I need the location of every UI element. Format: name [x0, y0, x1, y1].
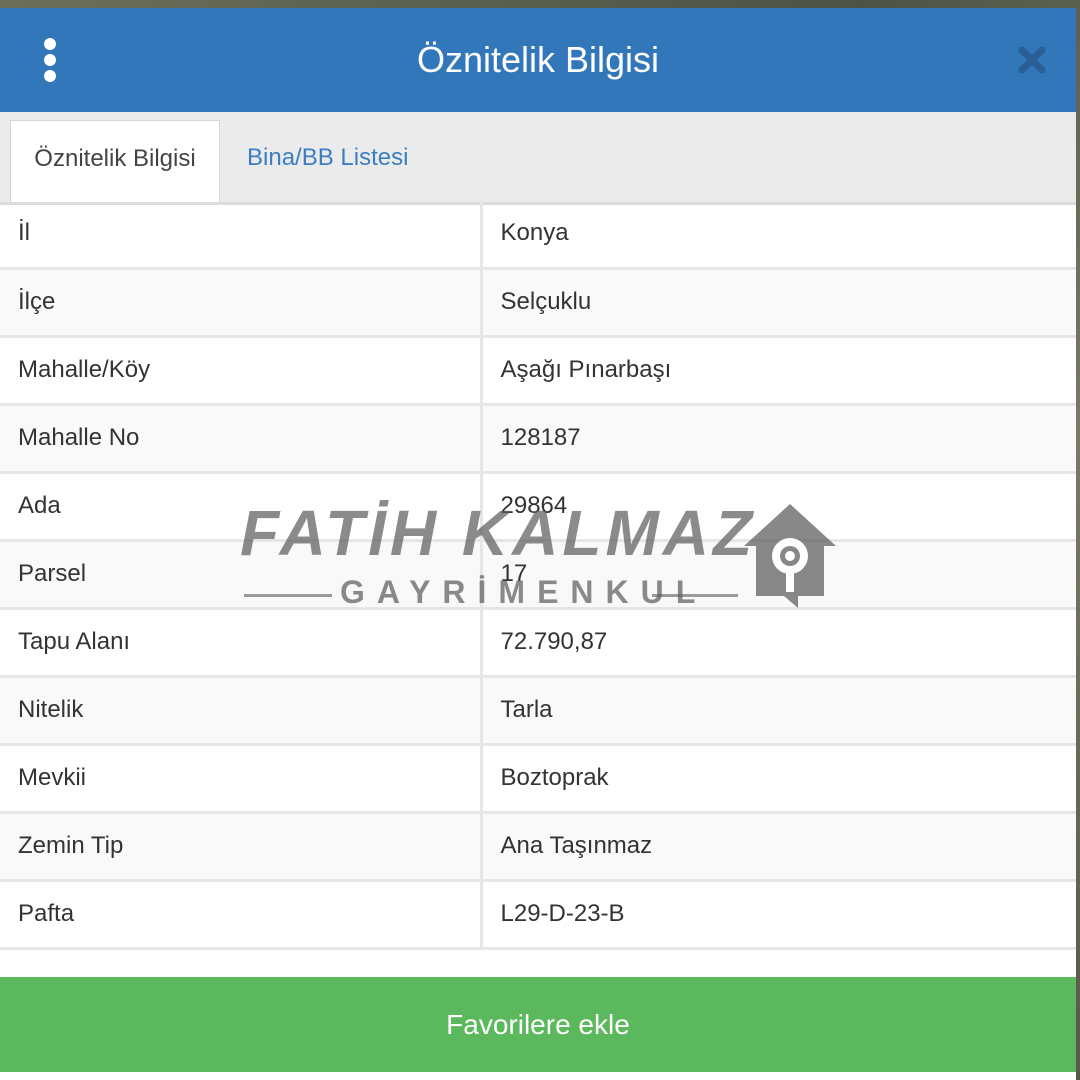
- attribute-value: Aşağı Pınarbaşı: [481, 336, 1076, 406]
- attribute-key: İl: [0, 200, 483, 270]
- table-row: Zemin Tip Ana Taşınmaz: [0, 812, 1076, 882]
- tab-attribute-info[interactable]: Öznitelik Bilgisi: [10, 120, 220, 202]
- attribute-key: Tapu Alanı: [0, 608, 483, 678]
- attribute-value: Ana Taşınmaz: [481, 812, 1076, 882]
- attribute-value: 72.790,87: [481, 608, 1076, 678]
- attribute-key: Pafta: [0, 880, 483, 950]
- close-icon[interactable]: [1014, 42, 1050, 78]
- tab-building-list[interactable]: Bina/BB Listesi: [247, 120, 408, 202]
- attribute-value: Konya: [481, 200, 1076, 270]
- table-row: Mahalle No 128187: [0, 404, 1076, 474]
- attribute-key: İlçe: [0, 268, 483, 338]
- table-row: Ada 29864: [0, 472, 1076, 542]
- attribute-value: 17: [481, 540, 1076, 610]
- attribute-key: Zemin Tip: [0, 812, 483, 882]
- table-row: Nitelik Tarla: [0, 676, 1076, 746]
- table-row: Pafta L29-D-23-B: [0, 880, 1076, 950]
- table-row: Mahalle/Köy Aşağı Pınarbaşı: [0, 336, 1076, 406]
- attribute-value: L29-D-23-B: [481, 880, 1076, 950]
- attribute-value: Tarla: [481, 676, 1076, 746]
- attribute-key: Mahalle No: [0, 404, 483, 474]
- attribute-value: Selçuklu: [481, 268, 1076, 338]
- attribute-key: Ada: [0, 472, 483, 542]
- attribute-value: Boztoprak: [481, 744, 1076, 814]
- panel-title: Öznitelik Bilgisi: [416, 39, 660, 80]
- attribute-key: Mevkii: [0, 744, 483, 814]
- attribute-key: Mahalle/Köy: [0, 336, 483, 406]
- attribute-key: Parsel: [0, 540, 483, 610]
- attribute-value: 128187: [481, 404, 1076, 474]
- table-row: Mevkii Boztoprak: [0, 744, 1076, 814]
- panel-header: Öznitelik Bilgisi: [0, 8, 1076, 112]
- attribute-key: Nitelik: [0, 676, 483, 746]
- tab-bar: Öznitelik Bilgisi Bina/BB Listesi: [0, 112, 1076, 205]
- add-to-favorites-button[interactable]: Favorilere ekle: [0, 977, 1076, 1072]
- table-row: Tapu Alanı 72.790,87: [0, 608, 1076, 678]
- table-row: Parsel 17: [0, 540, 1076, 610]
- table-row: İlçe Selçuklu: [0, 268, 1076, 338]
- table-row: İl Konya: [0, 200, 1076, 270]
- attribute-value: 29864: [481, 472, 1076, 542]
- attribute-info-panel: Öznitelik Bilgisi Öznitelik Bilgisi Bina…: [0, 8, 1076, 1080]
- attribute-table: İl Konya İlçe Selçuklu Mahalle/Köy Aşağı…: [0, 200, 1076, 950]
